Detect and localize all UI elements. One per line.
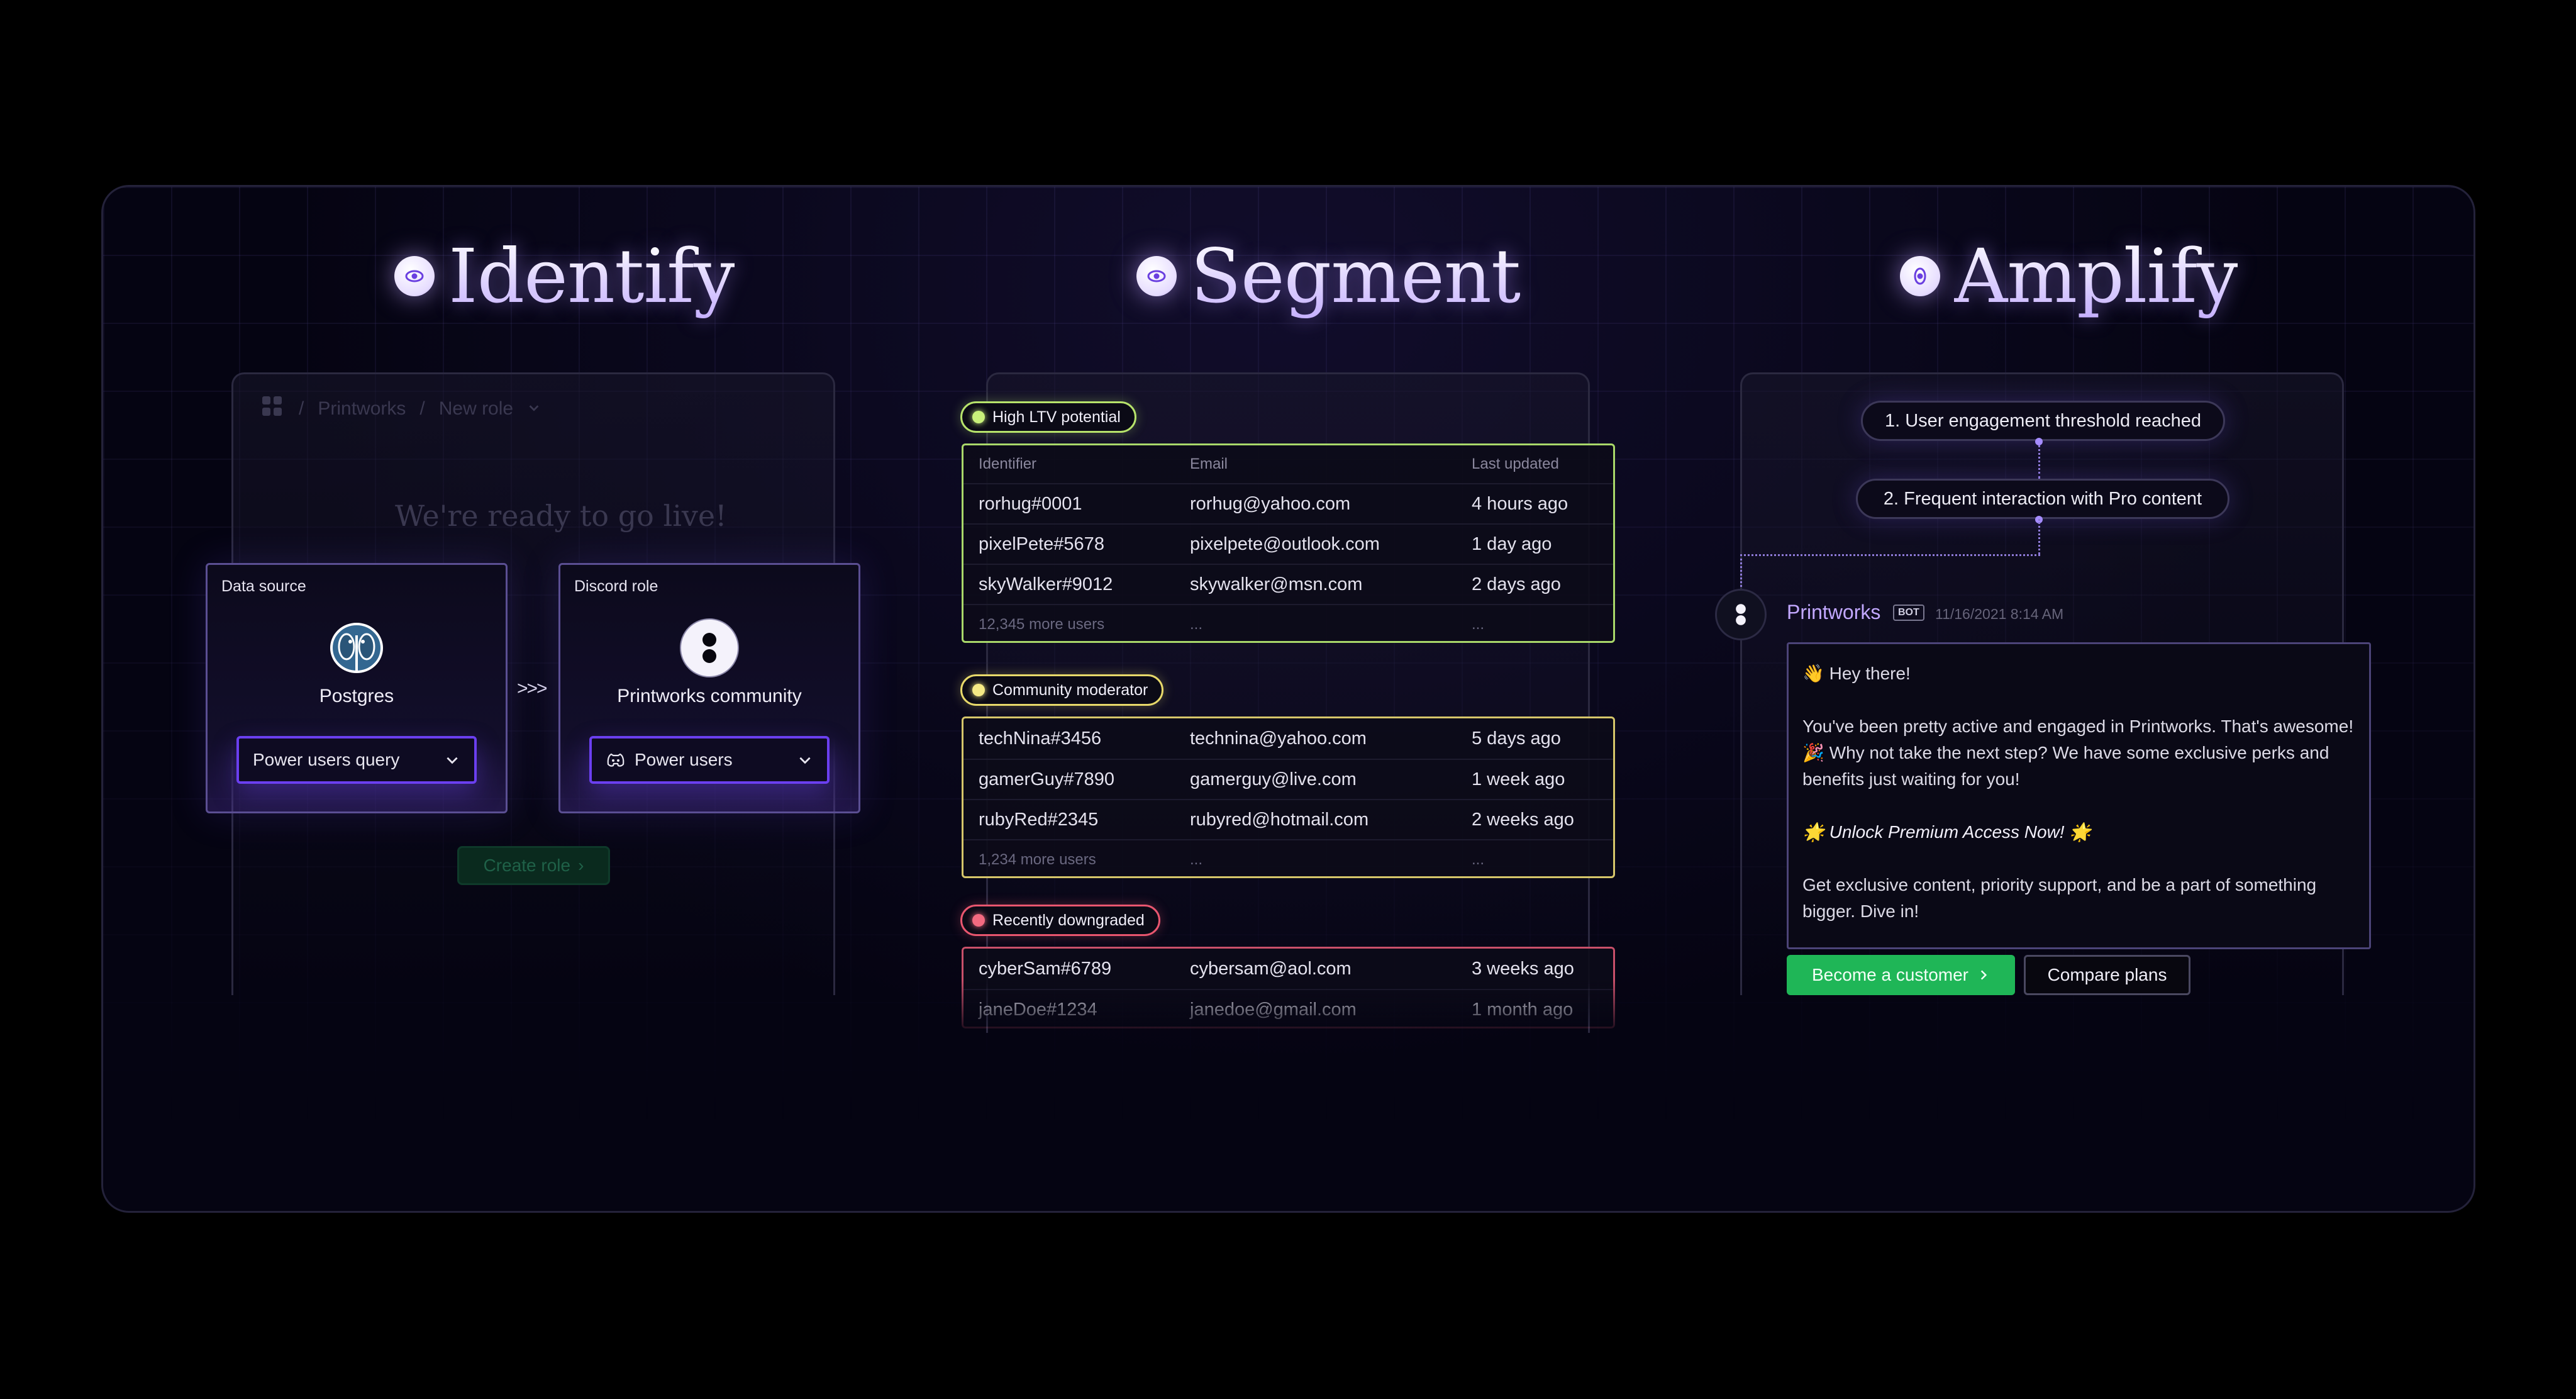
- table-row[interactable]: skyWalker#9012 skywalker@msn.com 2 days …: [963, 564, 1613, 604]
- bot-badge: BOT: [1893, 605, 1924, 621]
- identify-heading: Identify: [394, 233, 735, 320]
- eye-icon: [394, 256, 435, 296]
- message-closing: Get exclusive content, priority support,…: [1802, 875, 2317, 921]
- card-label: Discord role: [574, 577, 658, 595]
- compare-plans-button[interactable]: Compare plans: [2024, 955, 2190, 995]
- table-row[interactable]: techNina#3456 technina@yahoo.com 5 days …: [963, 718, 1613, 759]
- status-dot-icon: [972, 411, 985, 423]
- message-timestamp: 11/16/2021 8:14 AM: [1935, 606, 2064, 622]
- table-row[interactable]: janeDoe#1234 janedoe@gmail.com 1 month a…: [963, 989, 1613, 1029]
- connector-arrows-icon: >>>: [517, 678, 548, 699]
- source-name: Postgres: [319, 686, 394, 706]
- printworks-logo-icon: [1736, 604, 1746, 625]
- data-source-card: Data source Postgres Power users query: [206, 563, 508, 813]
- segment-tag-recently-downgraded[interactable]: Recently downgraded: [960, 905, 1160, 936]
- bot-avatar[interactable]: [1715, 589, 1767, 640]
- bot-message: 👋 Hey there! You've been pretty active a…: [1787, 642, 2371, 949]
- status-dot-icon: [972, 914, 985, 927]
- message-cta: 🌟 Unlock Premium Access Now! 🌟: [1802, 822, 2092, 842]
- segment-tag-community-moderator[interactable]: Community moderator: [960, 674, 1164, 706]
- segment-table-community-moderator: techNina#3456 technina@yahoo.com 5 days …: [962, 716, 1615, 878]
- flow-connector: [1740, 554, 2040, 556]
- table-row[interactable]: gamerGuy#7890 gamerguy@live.com 1 week a…: [963, 759, 1613, 799]
- bot-name[interactable]: Printworks: [1787, 601, 1880, 624]
- become-customer-button[interactable]: Become a customer: [1787, 955, 2015, 995]
- chevron-right-icon: ›: [578, 856, 584, 875]
- ghost-title: We're ready to go live!: [395, 499, 727, 533]
- segment-heading: Segment: [1136, 233, 1521, 320]
- printworks-logo-icon: [678, 616, 741, 679]
- app-grid-icon: [260, 394, 285, 424]
- eye-icon: [1136, 256, 1177, 296]
- table-header: Identifier Email Last updated: [979, 455, 1559, 472]
- message-body: You've been pretty active and engaged in…: [1802, 716, 2354, 789]
- chevron-down-icon: [799, 757, 811, 764]
- table-row[interactable]: pixelPete#5678 pixelpete@outlook.com 1 d…: [963, 523, 1613, 564]
- discord-role-card: Discord role Printworks community Power …: [558, 563, 860, 813]
- breadcrumb-page[interactable]: New role: [439, 398, 513, 420]
- table-row[interactable]: rorhug#0001 rorhug@yahoo.com 4 hours ago: [963, 483, 1613, 523]
- create-role-button[interactable]: Create role ›: [457, 846, 610, 885]
- role-select[interactable]: Power users: [589, 736, 830, 784]
- query-select[interactable]: Power users query: [236, 736, 477, 784]
- chevron-down-icon: [447, 757, 458, 764]
- status-dot-icon: [972, 684, 985, 696]
- role-community-name: Printworks community: [617, 686, 802, 706]
- message-greeting: 👋 Hey there!: [1802, 664, 1911, 683]
- trigger-step-1[interactable]: 1. User engagement threshold reached: [1861, 401, 2225, 441]
- flow-dot: [2035, 438, 2043, 445]
- ghost-breadcrumb: / Printworks / New role: [260, 394, 541, 424]
- segment-tag-high-ltv[interactable]: High LTV potential: [960, 401, 1136, 433]
- table-row[interactable]: cyberSam#6789 cybersam@aol.com 3 weeks a…: [963, 949, 1613, 989]
- card-label: Data source: [221, 577, 306, 595]
- discord-icon: [607, 753, 625, 767]
- amplify-heading: Amplify: [1900, 233, 2238, 320]
- table-more-row: 1,234 more users ... ...: [963, 839, 1613, 879]
- flow-connector: [2038, 519, 2040, 554]
- chevron-down-icon: [527, 398, 541, 420]
- segment-table-recently-downgraded: cyberSam#6789 cybersam@aol.com 3 weeks a…: [962, 947, 1615, 1028]
- flow-connector: [1740, 554, 1742, 587]
- segment-table-high-ltv: Identifier Email Last updated rorhug#000…: [962, 443, 1615, 643]
- table-more-row: 12,345 more users ... ...: [963, 604, 1613, 644]
- postgres-icon: [325, 616, 388, 679]
- chevron-right-icon: [1980, 970, 1987, 980]
- table-row[interactable]: rubyRed#2345 rubyred@hotmail.com 2 weeks…: [963, 799, 1613, 839]
- trigger-step-2[interactable]: 2. Frequent interaction with Pro content: [1856, 479, 2229, 519]
- breadcrumb-app[interactable]: Printworks: [318, 398, 406, 420]
- flow-connector: [2038, 441, 2040, 479]
- eye-open-icon: [1900, 256, 1940, 296]
